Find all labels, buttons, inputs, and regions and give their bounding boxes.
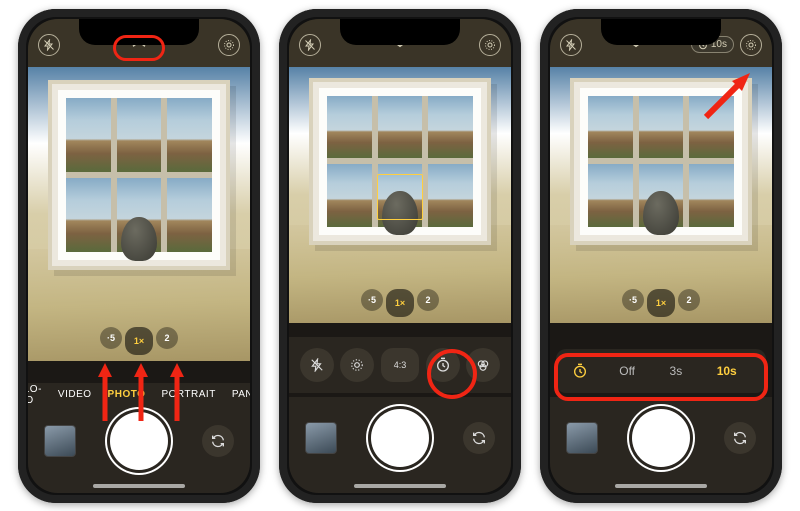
phone-step-3: 10s ·5 1× 2 — [540, 9, 782, 503]
zoom-controls: ·5 1× 2 — [361, 289, 439, 317]
zoom-0-5x[interactable]: ·5 — [100, 327, 122, 349]
zoom-1x[interactable]: 1× — [647, 289, 675, 317]
zoom-0-5x[interactable]: ·5 — [622, 289, 644, 311]
filters-tool-icon[interactable] — [466, 348, 500, 382]
camera-bottom-bar — [28, 403, 250, 493]
flash-icon[interactable] — [299, 34, 321, 56]
shutter-button[interactable] — [632, 409, 690, 467]
timer-options: Off 3s 10s — [602, 364, 754, 378]
last-photo-thumbnail[interactable] — [305, 422, 337, 454]
shutter-button[interactable] — [110, 412, 168, 470]
mode-portrait[interactable]: PORTRAIT — [161, 389, 215, 400]
device-notch — [601, 19, 721, 45]
camera-bottom-bar — [550, 397, 772, 493]
zoom-1x[interactable]: 1× — [386, 289, 414, 317]
mode-video[interactable]: VIDEO — [58, 389, 92, 400]
phone-step-2: ·5 1× 2 4:3 — [279, 9, 521, 503]
camera-tools-row: 4:3 — [289, 337, 511, 393]
tutorial-three-up: ·5 1× 2 SLO-MO VIDEO PHOTO PORTRAIT PANO — [0, 0, 800, 511]
subject-statue — [121, 217, 157, 261]
last-photo-thumbnail[interactable] — [44, 425, 76, 457]
switch-camera-button[interactable] — [724, 422, 756, 454]
shutter-button[interactable] — [371, 409, 429, 467]
zoom-controls: ·5 1× 2 — [100, 327, 178, 355]
phone-step-1: ·5 1× 2 SLO-MO VIDEO PHOTO PORTRAIT PANO — [18, 9, 260, 503]
zoom-0-5x[interactable]: ·5 — [361, 289, 383, 311]
zoom-2x[interactable]: 2 — [417, 289, 439, 311]
camera-viewfinder[interactable]: ·5 1× 2 — [28, 67, 250, 361]
timer-option-off[interactable]: Off — [619, 364, 635, 378]
flash-icon[interactable] — [38, 34, 60, 56]
zoom-2x[interactable]: 2 — [156, 327, 178, 349]
timer-options-bar: Off 3s 10s — [556, 349, 766, 393]
timer-option-3s[interactable]: 3s — [670, 364, 683, 378]
home-indicator[interactable] — [93, 484, 185, 488]
live-photo-icon[interactable] — [218, 34, 240, 56]
switch-camera-button[interactable] — [202, 425, 234, 457]
camera-bottom-bar — [289, 397, 511, 493]
flash-tool-icon[interactable] — [300, 348, 334, 382]
device-notch — [340, 19, 460, 45]
live-tool-icon[interactable] — [340, 348, 374, 382]
subject-statue — [643, 191, 679, 235]
timer-icon — [568, 359, 592, 383]
photo-scene — [289, 67, 511, 323]
live-photo-icon[interactable] — [479, 34, 501, 56]
timer-option-10s[interactable]: 10s — [717, 364, 737, 378]
photo-scene — [550, 67, 772, 323]
zoom-1x[interactable]: 1× — [125, 327, 153, 355]
home-indicator[interactable] — [615, 484, 707, 488]
camera-viewfinder[interactable]: ·5 1× 2 — [289, 67, 511, 323]
zoom-2x[interactable]: 2 — [678, 289, 700, 311]
timer-tool-icon[interactable] — [426, 348, 460, 382]
home-indicator[interactable] — [354, 484, 446, 488]
photo-scene — [28, 67, 250, 361]
device-notch — [79, 19, 199, 45]
camera-app-screen: ·5 1× 2 4:3 — [289, 19, 511, 493]
live-photo-icon[interactable] — [740, 34, 762, 56]
switch-camera-button[interactable] — [463, 422, 495, 454]
mode-photo[interactable]: PHOTO — [108, 389, 146, 400]
focus-indicator — [377, 174, 423, 220]
camera-app-screen: 10s ·5 1× 2 — [550, 19, 772, 493]
mode-pano[interactable]: PANO — [232, 389, 250, 400]
last-photo-thumbnail[interactable] — [566, 422, 598, 454]
camera-viewfinder[interactable]: ·5 1× 2 — [550, 67, 772, 323]
camera-app-screen: ·5 1× 2 SLO-MO VIDEO PHOTO PORTRAIT PANO — [28, 19, 250, 493]
aspect-ratio-tool[interactable]: 4:3 — [381, 348, 419, 382]
zoom-controls: ·5 1× 2 — [622, 289, 700, 317]
flash-icon[interactable] — [560, 34, 582, 56]
